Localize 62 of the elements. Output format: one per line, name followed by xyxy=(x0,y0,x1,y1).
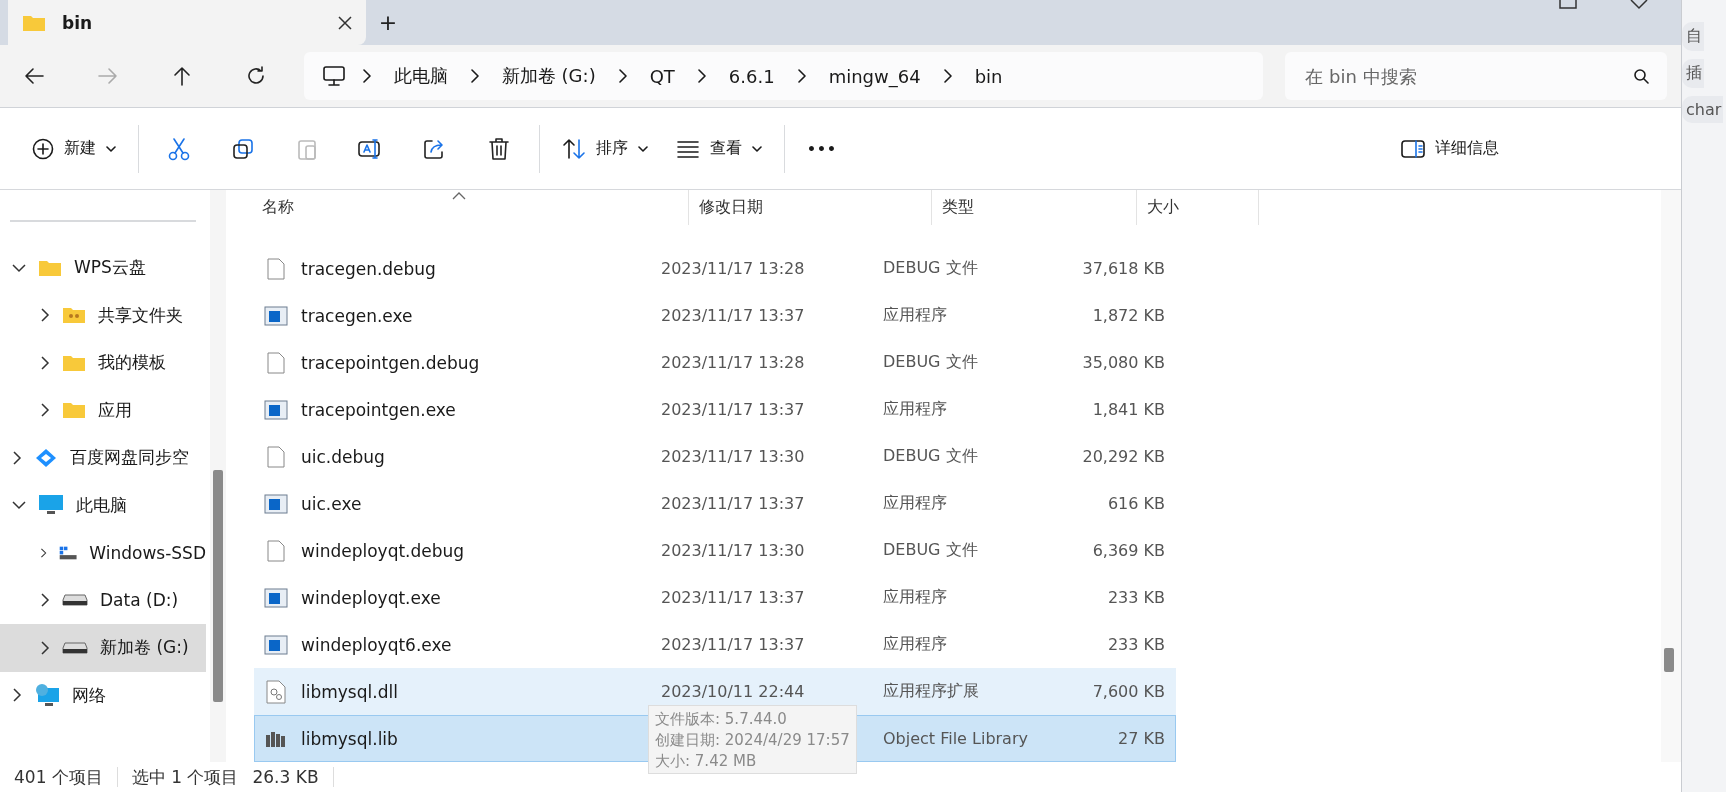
file-name: libmysql.dll xyxy=(301,681,398,702)
file-name: windeployqt6.exe xyxy=(301,634,452,655)
file-name: uic.debug xyxy=(301,446,385,467)
nav-label: 应用 xyxy=(98,398,132,422)
type-cell-text: 应用程序 xyxy=(881,634,948,655)
type-cell-text: 应用程序 xyxy=(881,493,948,514)
type-cell-text: 应用程序扩展 xyxy=(881,681,980,702)
file-name: tracepointgen.debug xyxy=(301,352,480,373)
nav-label: Data (D:) xyxy=(100,590,179,611)
nav-label: WPS云盘 xyxy=(74,256,146,280)
type-cell-text: Object File Library xyxy=(881,729,1029,748)
size-cell-text: 233 KB xyxy=(1106,588,1166,607)
background-label: 插 xyxy=(1682,59,1704,88)
file-name: windeployqt.exe xyxy=(301,587,441,608)
nav-label: 网络 xyxy=(72,683,106,707)
size-cell-text: 616 KB xyxy=(1106,494,1166,513)
date-cell-text: 2023/11/17 13:37 xyxy=(660,494,806,513)
date-cell-text: 2023/11/17 13:28 xyxy=(660,353,806,372)
date-cell-text: 2023/11/17 13:28 xyxy=(660,259,806,278)
date-cell-text: 2023/11/17 13:37 xyxy=(660,588,806,607)
nav-label: 我的模板 xyxy=(98,351,166,375)
nav-label: 新加卷 (G:) xyxy=(100,636,189,660)
file-name: tracepointgen.exe xyxy=(301,399,456,420)
type-cell-text: 应用程序 xyxy=(881,305,948,326)
selection-size: 26.3 KB xyxy=(252,767,319,787)
tab-title: bin xyxy=(62,12,94,33)
size-cell-text: 7,600 KB xyxy=(1091,682,1166,701)
type-cell-text: 应用程序 xyxy=(881,399,948,420)
file-name: uic.exe xyxy=(301,493,362,514)
tooltip-line: 创建日期: 2024/4/29 17:57 xyxy=(655,731,850,750)
date-cell-text: 2023/11/17 13:37 xyxy=(660,635,806,654)
type-cell-text: DEBUG 文件 xyxy=(881,446,979,467)
size-cell-text: 37,618 KB xyxy=(1081,259,1166,278)
file-name: libmysql.lib xyxy=(301,728,398,749)
size-cell-text: 233 KB xyxy=(1106,635,1166,654)
date-cell-text: 2023/11/17 13:30 xyxy=(660,447,806,466)
item-count: 401 个项目 xyxy=(14,765,103,789)
nav-label: Windows-SSD xyxy=(89,542,206,563)
type-cell-text: DEBUG 文件 xyxy=(881,258,979,279)
tooltip-line: 大小: 7.42 MB xyxy=(655,752,758,771)
date-cell-text: 2023/11/17 13:37 xyxy=(660,306,806,325)
file-name: tracegen.debug xyxy=(301,258,436,279)
background-label: 自 xyxy=(1682,22,1704,51)
type-cell-text: DEBUG 文件 xyxy=(881,540,979,561)
nav-label: 百度网盘同步空 xyxy=(70,446,189,470)
size-cell-text: 20,292 KB xyxy=(1081,447,1166,466)
size-cell-text: 27 KB xyxy=(1117,729,1166,748)
date-cell-text: 2023/10/11 22:44 xyxy=(660,682,806,701)
file-name: windeployqt.debug xyxy=(301,540,465,561)
nav-label: 共享文件夹 xyxy=(98,303,183,327)
file-name: tracegen.exe xyxy=(301,305,413,326)
size-cell-text: 6,369 KB xyxy=(1091,541,1166,560)
background-label: char xyxy=(1682,96,1724,123)
date-cell-text: 2023/11/17 13:37 xyxy=(660,400,806,419)
date-cell-text: 2023/11/17 13:30 xyxy=(660,541,806,560)
type-cell-text: DEBUG 文件 xyxy=(881,352,979,373)
nav-label: 此电脑 xyxy=(76,493,127,517)
type-cell-text: 应用程序 xyxy=(881,587,948,608)
size-cell-text: 35,080 KB xyxy=(1081,353,1166,372)
size-cell-text: 1,841 KB xyxy=(1091,400,1166,419)
selection-count: 选中 1 个项目 xyxy=(131,765,239,789)
size-cell-text: 1,872 KB xyxy=(1091,306,1166,325)
